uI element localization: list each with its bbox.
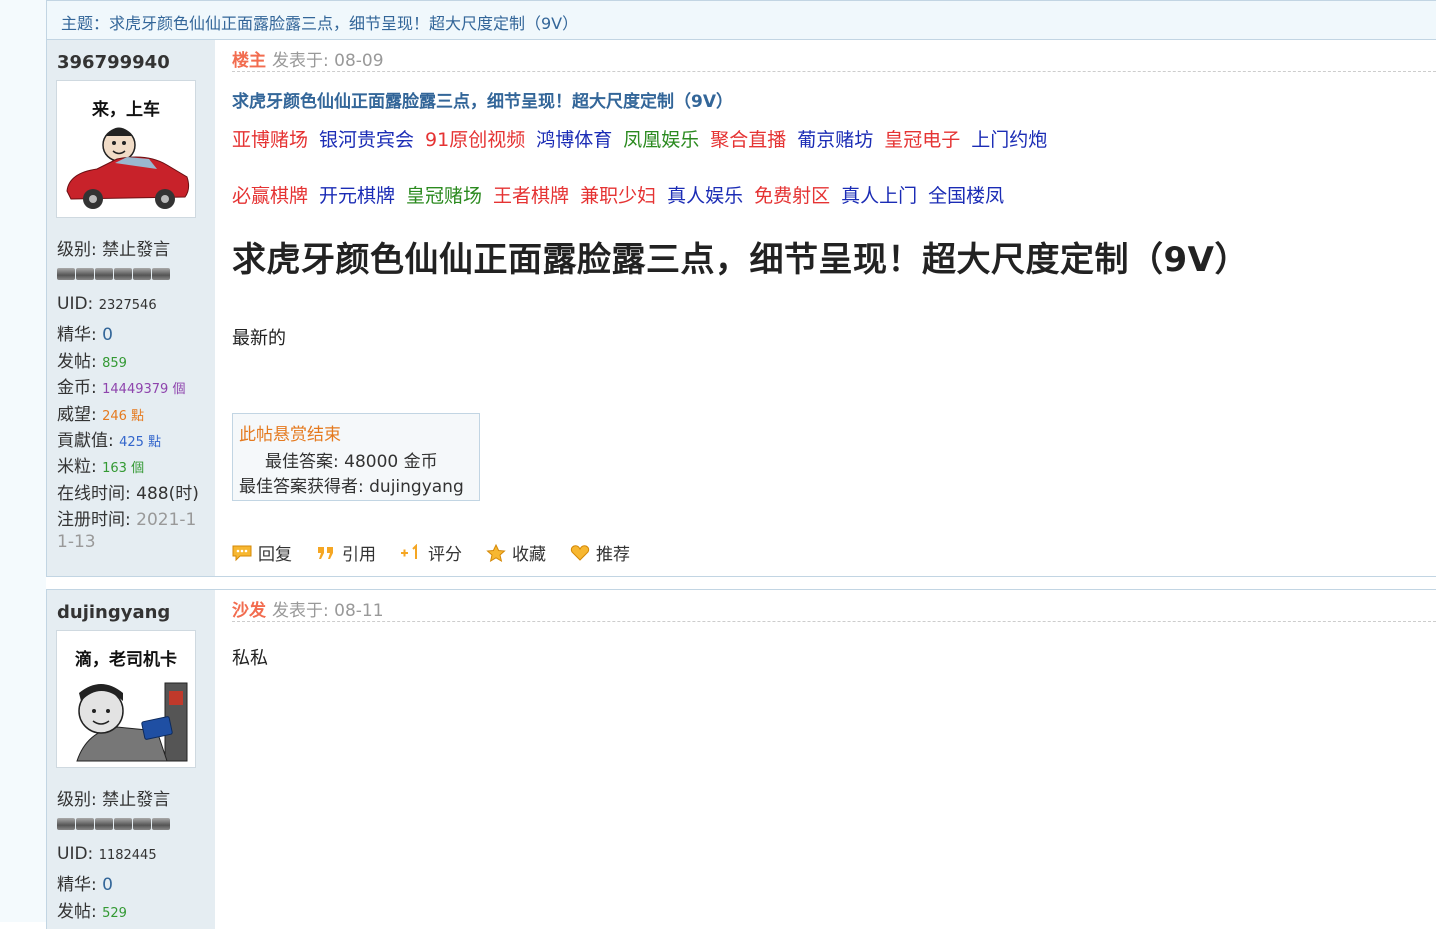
ad-link[interactable]: 银河贵宾会 <box>319 129 414 151</box>
post-count: 发帖: 529 <box>57 902 127 922</box>
level: 级别: 禁止發言 <box>57 240 171 260</box>
reply-button[interactable]: 回复 <box>232 540 292 565</box>
quote-button[interactable]: 引用 <box>316 540 376 565</box>
rice: 米粒: 163 個 <box>57 457 145 477</box>
ad-link[interactable]: 全国楼凤 <box>928 185 1004 207</box>
post-date: 发表于: 08-09 <box>272 51 384 71</box>
post-reply: dujingyang 滴，老司机卡 级别: 禁止發言 UID: 1182445 … <box>46 589 1436 929</box>
contribution: 貢獻值: 425 點 <box>57 431 162 451</box>
quote-icon <box>318 546 333 559</box>
ad-link[interactable]: 葡京赌坊 <box>797 129 873 151</box>
rate-button[interactable]: 评分 <box>400 540 462 565</box>
reward-box: 此帖悬赏结束 最佳答案: 48000 金币 最佳答案获得者: dujingyan… <box>232 413 480 501</box>
post-date: 发表于: 08-11 <box>272 601 384 621</box>
post-body: 私私 <box>232 648 268 669</box>
ad-link[interactable]: 凤凰娱乐 <box>623 129 699 151</box>
register-time: 注册时间: 2021-1 <box>57 510 197 530</box>
register-time-cont: 1-13 <box>57 532 96 552</box>
reward-winner[interactable]: 最佳答案获得者: dujingyang <box>239 472 464 497</box>
author-name[interactable]: dujingyang <box>57 602 170 623</box>
ad-link[interactable]: 真人上门 <box>841 185 917 207</box>
rank-bar <box>57 818 171 830</box>
post-first: 396799940 来，上车 级别: 禁止發言 UID: 2327546 精华:… <box>46 40 1436 577</box>
ad-link[interactable]: 上门约炮 <box>971 129 1047 151</box>
prestige: 威望: 246 點 <box>57 405 145 425</box>
page-left-margin <box>0 0 46 922</box>
ad-link[interactable]: 聚合直播 <box>710 129 786 151</box>
ad-link[interactable]: 皇冠赌场 <box>406 185 482 207</box>
ad-link[interactable]: 免费射区 <box>754 185 830 207</box>
post-count: 发帖: 859 <box>57 352 127 372</box>
digest: 精华: 0 <box>57 325 113 345</box>
post-body: 最新的 <box>232 328 286 349</box>
post-content: 沙发 发表于: 08-11 私私 <box>215 590 1436 929</box>
plus-one-icon <box>401 543 417 559</box>
post-subtitle: 求虎牙颜色仙仙正面露脸露三点，细节呈现！超大尺度定制（9V） <box>232 92 733 112</box>
reward-title: 此帖悬赏结束 <box>239 425 341 445</box>
ad-link[interactable]: 必赢棋牌 <box>232 185 308 207</box>
floor-label: 楼主 <box>232 51 266 71</box>
recommend-button[interactable]: 推荐 <box>570 540 630 565</box>
author-panel: dujingyang 滴，老司机卡 级别: 禁止發言 UID: 1182445 … <box>47 590 215 929</box>
level: 级别: 禁止發言 <box>57 790 171 810</box>
author-name[interactable]: 396799940 <box>57 52 170 73</box>
star-icon <box>486 543 506 562</box>
post-content: 楼主 发表于: 08-09 求虎牙颜色仙仙正面露脸露三点，细节呈现！超大尺度定制（… <box>215 40 1436 576</box>
ad-link[interactable]: 鸿博体育 <box>536 129 612 151</box>
ad-link[interactable]: 兼职少妇 <box>580 185 656 207</box>
reward-best-answer: 最佳答案: 48000 金币 <box>265 452 438 472</box>
post-actions: 回复 引用 评分 收藏 推荐 <box>232 540 630 565</box>
ad-link[interactable]: 王者棋牌 <box>493 185 569 207</box>
ad-row-1: 亚博赌场 银河贵宾会 91原创视频 鸿博体育 凤凰娱乐 聚合直播 葡京赌坊 皇冠电子 上门约炮 <box>232 125 1058 152</box>
ad-link[interactable]: 91原创视频 <box>425 129 525 151</box>
gold: 金币: 14449379 個 <box>57 378 186 398</box>
ad-link[interactable]: 开元棋牌 <box>319 185 395 207</box>
divider <box>232 71 1436 72</box>
avatar[interactable]: 来，上车 <box>56 80 196 218</box>
driver-card-icon <box>76 682 188 762</box>
ad-row-2: 必赢棋牌 开元棋牌 皇冠赌场 王者棋牌 兼职少妇 真人娱乐 免费射区 真人上门 全国楼凤 <box>232 181 1015 208</box>
avatar[interactable]: 滴，老司机卡 <box>56 630 196 768</box>
author-panel: 396799940 来，上车 级别: 禁止發言 UID: 2327546 精华:… <box>47 40 215 576</box>
reply-icon <box>232 545 252 561</box>
ad-link[interactable]: 真人娱乐 <box>667 185 743 207</box>
rank-bar <box>57 268 171 280</box>
ad-link[interactable]: 皇冠电子 <box>884 129 960 151</box>
post-header: 楼主 发表于: 08-09 <box>232 46 384 71</box>
divider <box>232 621 1436 622</box>
topic-title[interactable]: 主题：求虎牙颜色仙仙正面露脸露三点，细节呈现！超大尺度定制（9V） <box>61 10 578 34</box>
uid: UID: 1182445 <box>57 844 157 864</box>
uid: UID: 2327546 <box>57 294 157 314</box>
post-header: 沙发 发表于: 08-11 <box>232 596 384 621</box>
online-time: 在线时间: 488(时) <box>57 484 199 504</box>
heart-icon <box>570 544 590 561</box>
topic-bar: 主题：求虎牙颜色仙仙正面露脸露三点，细节呈现！超大尺度定制（9V） <box>46 0 1436 40</box>
favorite-button[interactable]: 收藏 <box>486 540 546 565</box>
ad-link[interactable]: 亚博赌场 <box>232 129 308 151</box>
floor-label: 沙发 <box>232 601 266 621</box>
digest: 精华: 0 <box>57 875 113 895</box>
car-icon <box>66 127 190 209</box>
post-title: 求虎牙颜色仙仙正面露脸露三点，细节呈现！超大尺度定制（9V） <box>232 240 1249 280</box>
